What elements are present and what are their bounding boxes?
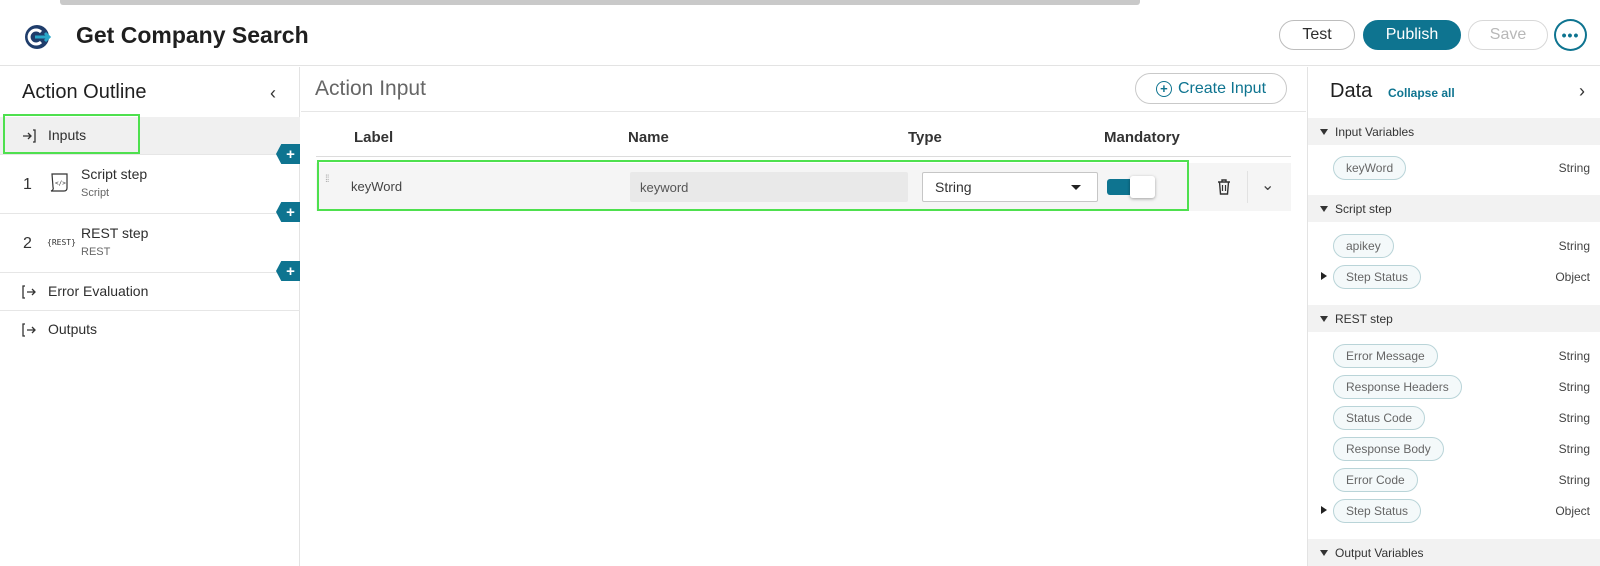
variable-pill[interactable]: Status Code <box>1333 406 1426 430</box>
outline-item-label: Error Evaluation <box>48 283 149 299</box>
input-arrow-icon <box>23 129 36 143</box>
section-header-label: Input Variables <box>1335 124 1415 139</box>
variable-pill[interactable]: Response Body <box>1333 437 1444 461</box>
connector-logo-icon <box>25 25 52 49</box>
outline-item-sublabel: Script <box>81 187 110 199</box>
outline-item-label: Inputs <box>48 127 87 143</box>
variable-type: Object <box>1555 504 1590 518</box>
action-input-panel: Action Input + Create Input Label Name T… <box>301 67 1306 566</box>
section-header-label: REST step <box>1335 311 1393 326</box>
variable-pill[interactable]: keyWord <box>1333 156 1407 180</box>
outline-item-label: Script step <box>81 166 148 182</box>
script-icon: </> <box>50 173 68 192</box>
variable-pill[interactable]: Step Status <box>1333 265 1422 289</box>
variable-type: String <box>1558 380 1590 394</box>
divider <box>301 111 1306 112</box>
rest-icon: {REST} <box>47 238 76 247</box>
trash-icon[interactable] <box>1216 178 1232 196</box>
outline-item-outputs[interactable]: Outputs <box>0 311 300 349</box>
svg-text:</>: </> <box>55 180 66 187</box>
data-panel: Data Collapse all › Input Variables keyW… <box>1307 67 1600 566</box>
data-panel-title: Data <box>1330 80 1373 102</box>
section-title: Action Input <box>315 77 426 100</box>
column-header-name: Name <box>628 129 669 146</box>
variable-pill[interactable]: Error Code <box>1333 468 1418 492</box>
triangle-down-icon <box>1320 315 1328 322</box>
more-options-button[interactable]: ••• <box>1554 19 1587 51</box>
variable-type: String <box>1558 442 1590 456</box>
step-number: 1 <box>23 176 32 193</box>
outline-item-sublabel: REST <box>81 246 111 258</box>
outline-item-error-evaluation[interactable]: Error Evaluation <box>0 273 300 311</box>
outline-item-rest-step[interactable]: 2 {REST} REST step REST <box>0 214 300 273</box>
collapse-all-link[interactable]: Collapse all <box>1388 86 1455 100</box>
publish-button[interactable]: Publish <box>1363 20 1461 50</box>
tab-strip-bar <box>60 0 1140 5</box>
variable-type: String <box>1558 161 1590 175</box>
variable-type: String <box>1558 473 1590 487</box>
column-header-mandatory: Mandatory <box>1104 129 1180 146</box>
variable-pill[interactable]: Error Message <box>1333 344 1438 368</box>
section-header-label: Script step <box>1335 201 1392 216</box>
page-title: Get Company Search <box>76 22 309 48</box>
test-button[interactable]: Test <box>1279 20 1355 50</box>
output-arrow-icon <box>22 285 36 299</box>
variable-pill[interactable]: Step Status <box>1333 499 1422 523</box>
outline-item-inputs[interactable]: Inputs <box>0 114 300 155</box>
variable-type: String <box>1558 349 1590 363</box>
plus-circle-icon: + <box>1155 80 1172 97</box>
create-input-button[interactable]: + Create Input <box>1135 73 1287 104</box>
section-header-label: Output Variables <box>1335 545 1424 560</box>
action-outline-panel: Action Outline ‹ Inputs + 1 </> Script s… <box>0 67 300 566</box>
variable-pill[interactable]: apikey <box>1333 234 1394 258</box>
variable-type: Object <box>1555 270 1590 284</box>
variable-pill[interactable]: Response Headers <box>1333 375 1462 399</box>
column-header-label: Label <box>354 129 394 146</box>
selection-highlight <box>317 160 1189 211</box>
outline-item-script-step[interactable]: 1 </> Script step Script <box>0 155 300 214</box>
divider <box>316 156 1291 157</box>
triangle-down-icon <box>1320 205 1328 212</box>
variable-type: String <box>1558 411 1590 425</box>
chevron-down-icon[interactable]: ⌄ <box>1261 175 1274 195</box>
section-header-script-step[interactable]: Script step <box>1308 195 1600 222</box>
collapse-left-icon[interactable]: ‹ <box>270 83 276 104</box>
step-number: 2 <box>23 235 32 252</box>
section-header-input-variables[interactable]: Input Variables <box>1308 118 1600 145</box>
expand-triangle-icon[interactable] <box>1321 272 1327 280</box>
expand-triangle-icon[interactable] <box>1321 506 1327 514</box>
row-actions: ⌄ <box>1196 163 1291 211</box>
outline-title: Action Outline <box>22 81 147 103</box>
triangle-down-icon <box>1320 128 1328 135</box>
chevron-right-icon[interactable]: › <box>1579 81 1585 102</box>
divider <box>1247 171 1248 203</box>
app-header: Get Company Search Test Publish Save ••• <box>0 6 1600 66</box>
output-arrow-icon <box>22 323 36 337</box>
create-input-label: Create Input <box>1177 79 1267 97</box>
column-header-type: Type <box>908 129 942 146</box>
variable-type: String <box>1558 239 1590 253</box>
outline-item-label: REST step <box>81 225 149 241</box>
triangle-down-icon <box>1320 549 1328 556</box>
section-header-rest-step[interactable]: REST step <box>1308 305 1600 332</box>
outline-item-label: Outputs <box>48 321 98 337</box>
section-header-output-variables[interactable]: Output Variables <box>1308 539 1600 566</box>
save-button[interactable]: Save <box>1468 20 1548 50</box>
